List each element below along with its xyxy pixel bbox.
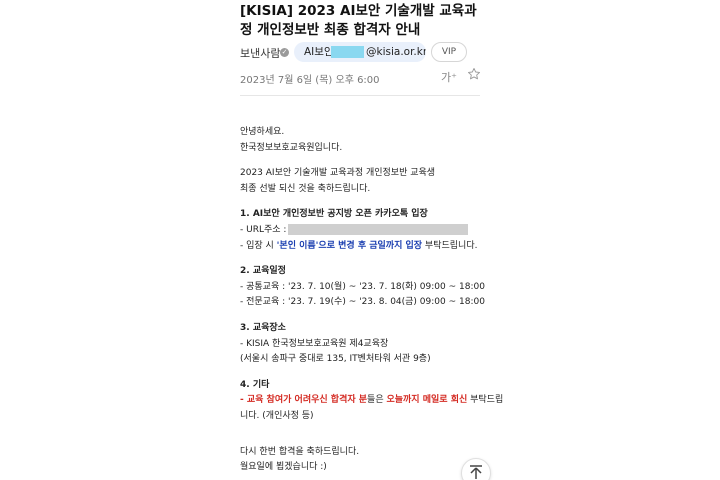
org-intro: 한국정보보호교육원입니다. (240, 142, 343, 153)
redacted-sender-id (331, 46, 364, 58)
sender-name: AI보안 (304, 46, 334, 58)
closing-line-1: 다시 한번 합격을 축하드립니다. (240, 446, 360, 457)
scroll-to-top-button[interactable] (461, 458, 491, 480)
sender-row: 보낸사람 ✓ AI보안 @kisia.or.kr> VIP (240, 42, 490, 64)
section-1-title: 1. AI보안 개인정보반 공지방 오픈 카카오톡 입장 (240, 209, 428, 220)
etc-mid: 들은 (367, 395, 387, 406)
section-4-title: 4. 기타 (240, 379, 270, 390)
etc-red-1: - 교육 참여가 어려우신 합격자 분 (240, 395, 368, 406)
entry-note-prefix: - 입장 시 (240, 240, 277, 251)
closing-line-2: 월요일에 뵙겠습니다 :) (240, 462, 327, 473)
sender-domain: @kisia.or.kr> (366, 46, 426, 58)
section-2-title: 2. 교육일정 (240, 266, 286, 277)
scroll-to-top-icon (470, 465, 482, 479)
entry-note: - 입장 시 '본인 이름'으로 변경 후 금일까지 입장 부탁드립니다. (240, 239, 490, 255)
venue-name: - KISIA 한국정보보호교육원 제4교육장 (240, 338, 389, 349)
mail-body: 안녕하세요. 한국정보보호교육원입니다. 2023 AI보안 기술개발 교육과정… (240, 125, 503, 476)
mail-panel: [KISIA] 2023 AI보안 기술개발 교육과정 개인정보반 최종 합격자… (230, 0, 503, 480)
redacted-url-link[interactable] (288, 223, 469, 235)
url-label: - URL주소 : (240, 224, 287, 235)
mail-date: 2023년 7월 6일 (목) 오후 6:00 (240, 75, 380, 86)
mail-subject: [KISIA] 2023 AI보안 기술개발 교육과정 개인정보반 최종 합격자… (240, 3, 477, 38)
entry-note-suffix: 부탁드립니다. (422, 240, 478, 251)
mail-view-page: [KISIA] 2023 AI보안 기술개발 교육과정 개인정보반 최종 합격자… (0, 0, 720, 480)
etc-line-1: - 교육 참여가 어려우신 합격자 분들은 오늘까지 메일로 회신 부탁드립 (240, 393, 503, 409)
font-size-icon[interactable]: 가⁺ (441, 69, 457, 85)
entry-note-highlight: '본인 이름'으로 변경 후 금일까지 입장 (276, 240, 423, 251)
etc-tail: 부탁드립 (467, 395, 504, 406)
schedule-common: - 공통교육 : '23. 7. 10(월) ~ '23. 7. 18(화) 0… (240, 281, 485, 292)
url-line: - URL주소 : (240, 223, 490, 239)
star-icon[interactable] (467, 67, 481, 81)
intro-line-2: 최종 선발 되신 것을 축하드립니다. (240, 183, 371, 194)
vip-button[interactable]: VIP (431, 42, 467, 62)
sender-chip[interactable]: AI보안 @kisia.or.kr> (294, 42, 426, 62)
schedule-special: - 전문교육 : '23. 7. 19(수) ~ '23. 8. 04(금) 0… (240, 297, 485, 308)
etc-line-2: 니다. (개인사정 등) (240, 410, 314, 421)
section-3-title: 3. 교육장소 (240, 322, 286, 333)
greeting: 안녕하세요. (240, 127, 285, 137)
intro-line-1: 2023 AI보안 기술개발 교육과정 개인정보반 교육생 (240, 168, 436, 179)
sender-label: 보낸사람 (240, 47, 281, 60)
etc-red-2: 오늘까지 메일로 회신 (386, 395, 468, 406)
check-badge-icon: ✓ (280, 48, 289, 57)
header-divider (240, 95, 480, 96)
venue-address: (서울시 송파구 중대로 135, IT벤처타워 서관 9층) (240, 354, 431, 365)
